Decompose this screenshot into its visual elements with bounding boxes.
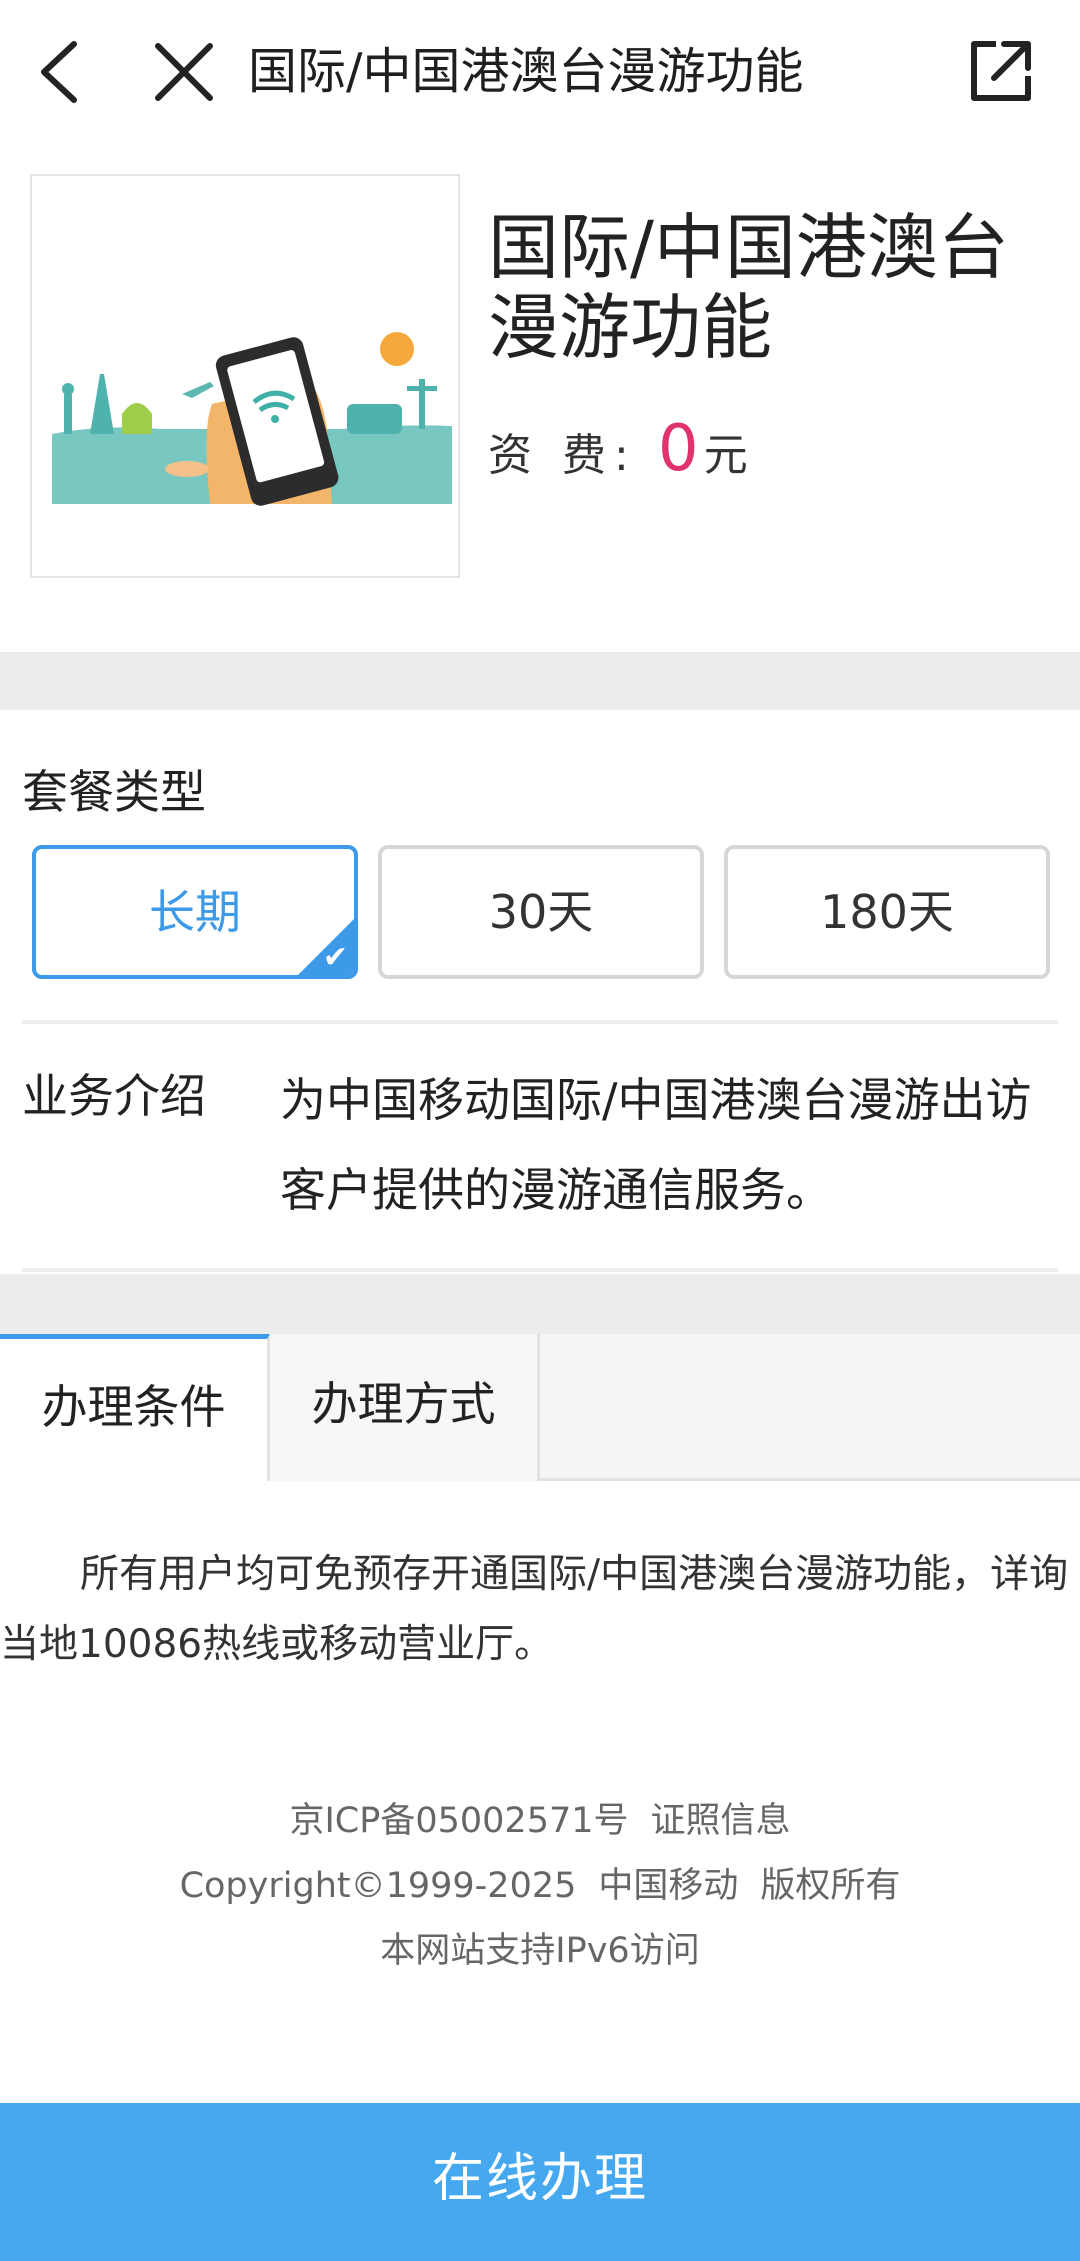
section-separator [0, 1274, 1080, 1334]
price-unit: 元 [703, 430, 748, 481]
footer-icp-line: 京ICP备05002571号 证照信息 [0, 1792, 1080, 1843]
close-icon[interactable] [150, 38, 218, 106]
rights-text: 版权所有 [760, 1866, 901, 1906]
tab-conditions[interactable]: 办理条件 [0, 1334, 270, 1481]
back-arrow-icon[interactable] [30, 36, 90, 108]
company-name: 中国移动 [598, 1866, 739, 1906]
icp-number[interactable]: 京ICP备05002571号 [289, 1801, 628, 1841]
divider [22, 1268, 1058, 1272]
license-link[interactable]: 证照信息 [651, 1801, 791, 1841]
package-option-label: 30天 [488, 885, 594, 939]
share-icon[interactable] [966, 36, 1036, 106]
footer-copyright-line: Copyright©1999-2025 中国移动 版权所有 [0, 1857, 1080, 1908]
price-value: 0 [657, 412, 699, 486]
product-title: 国际/中国港澳台漫游功能 [488, 206, 1009, 369]
price-label: 资 费: [488, 430, 637, 481]
tab-bar: 办理条件 办理方式 [0, 1334, 1080, 1481]
intro-text: 为中国移动国际/中国港澳台漫游出访客户提供的漫游通信服务。 [280, 1073, 1032, 1217]
roaming-illustration-icon [52, 332, 452, 506]
footer-ipv6-line: 本网站支持IPv6访问 [380, 1931, 700, 1971]
intro-label: 业务介绍 [22, 1069, 206, 1123]
package-option-long-term[interactable]: 长期 ✔ [32, 845, 358, 979]
copyright-text: Copyright©1999-2025 [179, 1866, 577, 1906]
package-option-30-days[interactable]: 30天 [378, 845, 704, 979]
conditions-text: 所有用户均可免预存开通国际/中国港澳台漫游功能，详询当地10086热线或移动营业… [0, 1552, 1069, 1667]
top-nav-bar: 国际/中国港澳台漫游功能 [0, 0, 1080, 145]
package-option-label: 180天 [820, 885, 954, 939]
package-option-label: 长期 [149, 885, 241, 939]
apply-online-button[interactable]: 在线办理 [0, 2103, 1080, 2261]
section-separator [0, 652, 1080, 710]
package-option-180-days[interactable]: 180天 [724, 845, 1050, 979]
check-icon: ✔ [322, 940, 348, 975]
price-row: 资 费: 0 元 [488, 412, 748, 492]
tab-methods[interactable]: 办理方式 [270, 1334, 540, 1481]
divider [22, 1020, 1058, 1024]
nav-title: 国际/中国港澳台漫游功能 [248, 43, 804, 100]
package-type-label: 套餐类型 [22, 765, 206, 819]
product-image [30, 174, 460, 578]
